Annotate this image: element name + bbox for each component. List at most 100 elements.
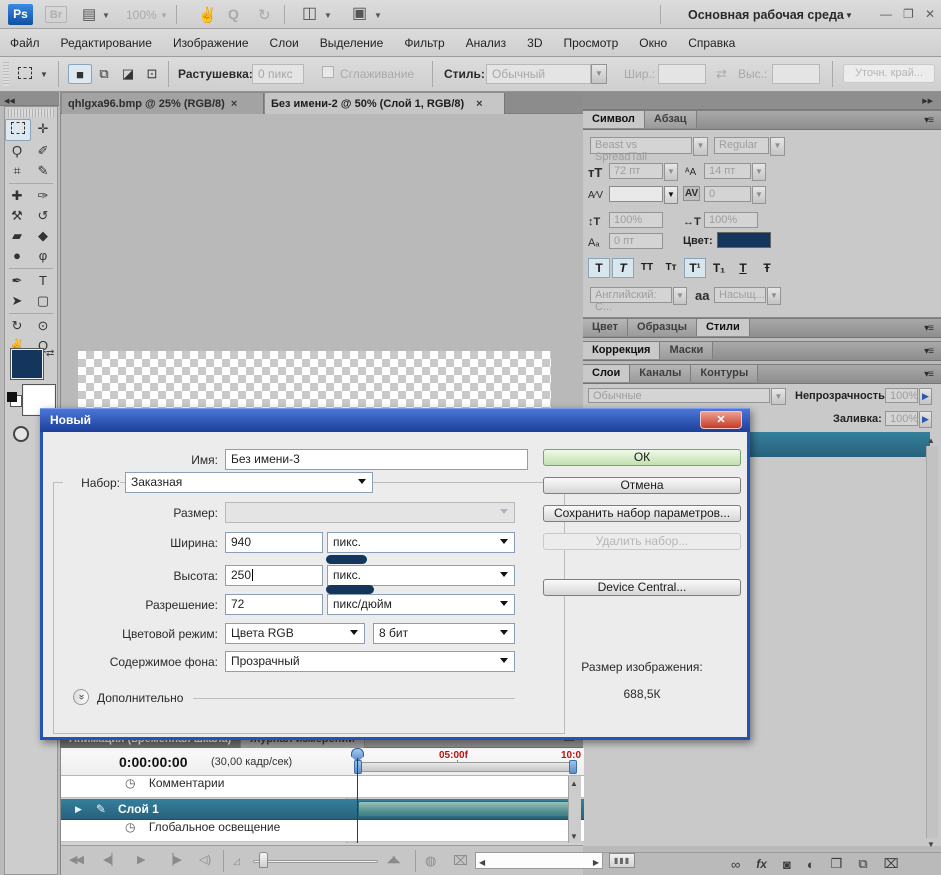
link-layers-icon[interactable]: ∞ bbox=[731, 857, 740, 872]
tool-pen[interactable]: ✒ bbox=[5, 271, 29, 291]
workspace-dropdown-arrow[interactable]: ▼ bbox=[845, 11, 853, 20]
tracking-arrow[interactable]: ▼ bbox=[752, 186, 766, 204]
tool-rounded-rectangle[interactable]: ▢ bbox=[31, 291, 55, 311]
tool-eyedropper[interactable]: ✎ bbox=[31, 161, 55, 181]
resolution-unit-dropdown[interactable]: пикс/дюйм bbox=[327, 594, 515, 615]
stopwatch-icon[interactable]: ◷ bbox=[125, 820, 135, 834]
style-faux-italic[interactable]: T bbox=[612, 258, 634, 278]
adjustment-layer-icon[interactable]: ◐ bbox=[807, 857, 815, 872]
antialias-dropdown[interactable]: Насыщ... bbox=[714, 287, 766, 303]
bit-depth-dropdown[interactable]: 8 бит bbox=[373, 623, 515, 644]
timeline-zoom-slider-thumb[interactable] bbox=[259, 852, 268, 868]
track-row-layer1[interactable]: ▶ ✎ Слой 1 bbox=[61, 799, 584, 820]
dialog-title-bar[interactable]: Новый ✕ bbox=[40, 408, 750, 432]
opacity-field[interactable]: 100% bbox=[885, 388, 918, 403]
fill-field[interactable]: 100% bbox=[885, 411, 918, 426]
style-strikethrough[interactable]: Ŧ bbox=[756, 258, 778, 278]
default-colors-icon[interactable] bbox=[7, 392, 17, 402]
delete-frame-button[interactable]: ⌧ bbox=[453, 854, 468, 867]
tool-crop[interactable]: ⌗ bbox=[5, 161, 29, 181]
zoom-in-timeline-icon[interactable]: ◢◣ bbox=[387, 855, 400, 865]
size-dropdown[interactable] bbox=[225, 502, 515, 523]
height-input[interactable]: 250 bbox=[225, 565, 323, 586]
tool-paint-bucket[interactable]: ◆ bbox=[31, 226, 55, 246]
swap-wh-icon[interactable]: ⇄ bbox=[716, 66, 727, 82]
style-faux-bold[interactable]: T bbox=[588, 258, 610, 278]
language-dropdown[interactable]: Английский: С... bbox=[590, 287, 672, 313]
document-transparent-canvas[interactable] bbox=[78, 351, 551, 408]
tool-blur[interactable]: ● bbox=[5, 246, 29, 266]
leading-dropdown[interactable]: 14 пт bbox=[704, 163, 751, 179]
dialog-close-button[interactable]: ✕ bbox=[700, 411, 742, 429]
color-panel-menu-icon[interactable]: ▾≡ bbox=[924, 323, 934, 334]
advanced-expander-button[interactable]: » bbox=[73, 689, 89, 705]
character-panel-menu-icon[interactable]: ▾≡ bbox=[924, 115, 934, 126]
text-color-swatch[interactable] bbox=[717, 232, 771, 248]
name-input[interactable]: Без имени-3 bbox=[225, 449, 528, 470]
tab-paragraph[interactable]: Абзац bbox=[644, 111, 697, 128]
tracking-dropdown[interactable]: 0 bbox=[704, 186, 751, 202]
font-size-dropdown[interactable]: 72 пт bbox=[609, 163, 663, 179]
font-size-arrow[interactable]: ▼ bbox=[664, 163, 678, 181]
screen-mode-dropdown-arrow[interactable]: ▼ bbox=[374, 11, 382, 20]
tool-clone-stamp[interactable]: ⚒ bbox=[5, 206, 29, 226]
tool-rectangular-marquee[interactable] bbox=[5, 119, 31, 141]
hscroll-left-icon[interactable]: ◀ bbox=[479, 858, 485, 867]
tool-lasso[interactable]: Ϙ bbox=[5, 141, 29, 161]
close-button[interactable]: ✕ bbox=[925, 8, 935, 20]
kerning-arrow[interactable]: ▼ bbox=[664, 186, 678, 204]
blend-mode-dropdown[interactable]: Обычные bbox=[588, 388, 770, 403]
doc-tab-2-close-icon[interactable]: × bbox=[476, 98, 482, 110]
tool-quick-selection[interactable]: ✐ bbox=[31, 141, 55, 161]
timeline-options-button[interactable]: ▮▮▮ bbox=[609, 853, 635, 868]
font-style-dropdown[interactable]: Regular bbox=[714, 137, 769, 154]
tool-type[interactable]: T bbox=[31, 271, 55, 291]
track-row-global-lighting[interactable]: ◷ Глобальное освещение bbox=[61, 820, 584, 842]
tab-paths[interactable]: Контуры bbox=[691, 365, 759, 382]
collapse-panel-icon[interactable]: ◀◀ bbox=[4, 98, 15, 105]
width-input[interactable] bbox=[658, 64, 706, 84]
tool-move[interactable]: ✛ bbox=[31, 119, 55, 139]
track-row-comments[interactable]: ◷ Комментарии bbox=[61, 776, 584, 798]
onion-skin-button[interactable]: ◍ bbox=[425, 854, 436, 867]
fill-slider-arrow[interactable]: ▶ bbox=[919, 411, 932, 428]
tab-color[interactable]: Цвет bbox=[583, 319, 629, 336]
zoom-tool-icon[interactable]: Q bbox=[228, 6, 239, 22]
layer-group-icon[interactable]: ❒ bbox=[831, 856, 843, 872]
menu-view[interactable]: Просмотр bbox=[563, 36, 618, 50]
tool-preset-icon[interactable] bbox=[18, 67, 32, 82]
work-area-end-handle[interactable] bbox=[569, 760, 577, 774]
menu-help[interactable]: Справка bbox=[688, 36, 735, 50]
doc-tab-2[interactable]: Без имени-2 @ 50% (Слой 1, RGB/8) × bbox=[265, 93, 505, 114]
maximize-button[interactable]: ❐ bbox=[903, 8, 914, 20]
tool-3d-orbit[interactable]: ⊙ bbox=[31, 316, 55, 336]
font-family-arrow[interactable]: ▼ bbox=[693, 137, 708, 156]
menu-file[interactable]: Файл bbox=[10, 36, 40, 50]
preset-dropdown[interactable]: Заказная bbox=[125, 472, 373, 493]
swap-colors-icon[interactable]: ⇄ bbox=[46, 348, 54, 359]
tool-preset-arrow[interactable]: ▼ bbox=[40, 70, 48, 79]
work-area-bar[interactable] bbox=[359, 762, 577, 772]
stopwatch-icon[interactable]: ◷ bbox=[125, 776, 135, 790]
rewind-button[interactable]: ◀◀ bbox=[69, 855, 84, 866]
layer-styles-icon[interactable]: fx bbox=[756, 857, 767, 871]
background-contents-dropdown[interactable]: Прозрачный bbox=[225, 651, 515, 672]
play-button[interactable]: ▶ bbox=[137, 855, 145, 866]
tab-character[interactable]: Символ bbox=[583, 111, 645, 128]
layers-scroll-up-icon[interactable]: ▲ bbox=[927, 436, 935, 445]
screen-mode-icon[interactable]: ▣ bbox=[352, 6, 367, 22]
baseline-shift-field[interactable]: 0 пт bbox=[609, 233, 663, 249]
hscroll-right-icon[interactable]: ▶ bbox=[593, 858, 599, 867]
layers-scrollbar[interactable] bbox=[926, 446, 938, 838]
height-unit-dropdown[interactable]: пикс. bbox=[327, 565, 515, 586]
workspace-switcher[interactable]: Основная рабочая среда bbox=[688, 8, 844, 22]
tool-3d-rotate[interactable]: ↻ bbox=[5, 316, 29, 336]
zoom-dropdown-arrow[interactable]: ▼ bbox=[160, 11, 168, 20]
tools-grip[interactable] bbox=[8, 109, 54, 117]
menu-layers[interactable]: Слои bbox=[270, 36, 299, 50]
doc-tab-1-close-icon[interactable]: × bbox=[231, 98, 237, 110]
layer1-duration-bar[interactable] bbox=[358, 801, 577, 817]
timeline-scroll-up-icon[interactable]: ▲ bbox=[570, 779, 578, 788]
leading-arrow[interactable]: ▼ bbox=[752, 163, 766, 181]
antialias-arrow[interactable]: ▼ bbox=[767, 287, 781, 305]
